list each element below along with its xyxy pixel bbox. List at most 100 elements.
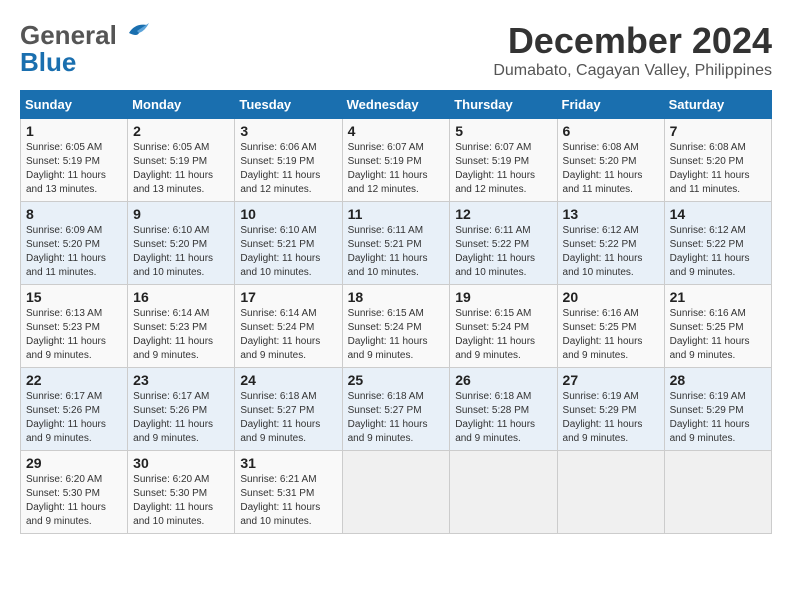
day-number: 17 — [240, 289, 336, 305]
day-number: 12 — [455, 206, 551, 222]
calendar-cell: 6Sunrise: 6:08 AM Sunset: 5:20 PM Daylig… — [557, 119, 664, 202]
subtitle: Dumabato, Cagayan Valley, Philippines — [493, 62, 772, 80]
calendar-day-header: Saturday — [664, 91, 771, 119]
day-number: 16 — [133, 289, 229, 305]
day-number: 31 — [240, 455, 336, 471]
calendar-cell: 26Sunrise: 6:18 AM Sunset: 5:28 PM Dayli… — [450, 368, 557, 451]
calendar-header: SundayMondayTuesdayWednesdayThursdayFrid… — [21, 91, 772, 119]
calendar-week-row: 1 Sunrise: 6:05 AM Sunset: 5:19 PM Daylig… — [21, 119, 772, 202]
calendar-cell: 18 Sunrise: 6:15 AM Sunset: 5:24 PM Dayli… — [342, 285, 450, 368]
calendar-cell: 23Sunrise: 6:17 AM Sunset: 5:26 PM Dayli… — [128, 368, 235, 451]
day-info: Sunrise: 6:08 AM Sunset: 5:20 PM Dayligh… — [563, 141, 659, 197]
calendar-cell: 8 Sunrise: 6:09 AM Sunset: 5:20 PM Daylig… — [21, 202, 128, 285]
day-info: Sunrise: 6:20 AM Sunset: 5:30 PM Dayligh… — [26, 473, 122, 529]
day-info: Sunrise: 6:12 AM Sunset: 5:22 PM Dayligh… — [670, 224, 766, 280]
calendar-table: SundayMondayTuesdayWednesdayThursdayFrid… — [20, 90, 772, 534]
day-number: 26 — [455, 372, 551, 388]
day-number: 19 — [455, 289, 551, 305]
day-number: 25 — [348, 372, 445, 388]
day-info: Sunrise: 6:07 AM Sunset: 5:19 PM Dayligh… — [348, 141, 445, 197]
day-number: 30 — [133, 455, 229, 471]
day-info: Sunrise: 6:10 AM Sunset: 5:20 PM Dayligh… — [133, 224, 229, 280]
calendar-cell: 1 Sunrise: 6:05 AM Sunset: 5:19 PM Daylig… — [21, 119, 128, 202]
day-info: Sunrise: 6:10 AM Sunset: 5:21 PM Dayligh… — [240, 224, 336, 280]
day-info: Sunrise: 6:12 AM Sunset: 5:22 PM Dayligh… — [563, 224, 659, 280]
logo-bird-icon — [119, 21, 151, 43]
calendar-cell: 28 Sunrise: 6:19 AM Sunset: 5:29 PM Dayli… — [664, 368, 771, 451]
day-info: Sunrise: 6:05 AM Sunset: 5:19 PM Dayligh… — [26, 141, 122, 197]
day-info: Sunrise: 6:21 AM Sunset: 5:31 PM Dayligh… — [240, 473, 336, 529]
main-title: December 2024 — [493, 20, 772, 62]
calendar-day-header: Thursday — [450, 91, 557, 119]
day-info: Sunrise: 6:19 AM Sunset: 5:29 PM Dayligh… — [670, 390, 766, 446]
day-info: Sunrise: 6:17 AM Sunset: 5:26 PM Dayligh… — [26, 390, 122, 446]
calendar-cell — [557, 451, 664, 534]
calendar-cell: 25Sunrise: 6:18 AM Sunset: 5:27 PM Dayli… — [342, 368, 450, 451]
day-info: Sunrise: 6:16 AM Sunset: 5:25 PM Dayligh… — [563, 307, 659, 363]
calendar-cell: 16 Sunrise: 6:14 AM Sunset: 5:23 PM Dayli… — [128, 285, 235, 368]
day-number: 1 — [26, 123, 122, 139]
calendar-day-header: Friday — [557, 91, 664, 119]
day-number: 24 — [240, 372, 336, 388]
day-info: Sunrise: 6:15 AM Sunset: 5:24 PM Dayligh… — [348, 307, 445, 363]
day-info: Sunrise: 6:06 AM Sunset: 5:19 PM Dayligh… — [240, 141, 336, 197]
day-info: Sunrise: 6:13 AM Sunset: 5:23 PM Dayligh… — [26, 307, 122, 363]
day-info: Sunrise: 6:19 AM Sunset: 5:29 PM Dayligh… — [563, 390, 659, 446]
calendar-cell: 14 Sunrise: 6:12 AM Sunset: 5:22 PM Dayli… — [664, 202, 771, 285]
calendar-cell — [664, 451, 771, 534]
day-info: Sunrise: 6:07 AM Sunset: 5:19 PM Dayligh… — [455, 141, 551, 197]
calendar-body: 1 Sunrise: 6:05 AM Sunset: 5:19 PM Daylig… — [21, 119, 772, 534]
day-number: 5 — [455, 123, 551, 139]
day-number: 18 — [348, 289, 445, 305]
calendar-cell — [450, 451, 557, 534]
day-number: 20 — [563, 289, 659, 305]
calendar-cell: 29 Sunrise: 6:20 AM Sunset: 5:30 PM Dayli… — [21, 451, 128, 534]
calendar-cell: 27 Sunrise: 6:19 AM Sunset: 5:29 PM Dayli… — [557, 368, 664, 451]
day-info: Sunrise: 6:08 AM Sunset: 5:20 PM Dayligh… — [670, 141, 766, 197]
day-info: Sunrise: 6:20 AM Sunset: 5:30 PM Dayligh… — [133, 473, 229, 529]
calendar-cell: 11Sunrise: 6:11 AM Sunset: 5:21 PM Dayli… — [342, 202, 450, 285]
calendar-cell: 17 Sunrise: 6:14 AM Sunset: 5:24 PM Dayli… — [235, 285, 342, 368]
day-number: 23 — [133, 372, 229, 388]
logo: General Blue — [20, 20, 151, 78]
calendar-cell: 4Sunrise: 6:07 AM Sunset: 5:19 PM Daylig… — [342, 119, 450, 202]
title-area: December 2024 Dumabato, Cagayan Valley, … — [493, 20, 772, 80]
calendar-day-header: Monday — [128, 91, 235, 119]
calendar-week-row: 29 Sunrise: 6:20 AM Sunset: 5:30 PM Dayli… — [21, 451, 772, 534]
calendar-week-row: 8 Sunrise: 6:09 AM Sunset: 5:20 PM Daylig… — [21, 202, 772, 285]
calendar-cell: 30 Sunrise: 6:20 AM Sunset: 5:30 PM Dayli… — [128, 451, 235, 534]
calendar-cell: 31 Sunrise: 6:21 AM Sunset: 5:31 PM Dayli… — [235, 451, 342, 534]
day-number: 15 — [26, 289, 122, 305]
calendar-cell — [342, 451, 450, 534]
calendar-cell: 21 Sunrise: 6:16 AM Sunset: 5:25 PM Dayli… — [664, 285, 771, 368]
day-info: Sunrise: 6:14 AM Sunset: 5:23 PM Dayligh… — [133, 307, 229, 363]
day-info: Sunrise: 6:14 AM Sunset: 5:24 PM Dayligh… — [240, 307, 336, 363]
day-info: Sunrise: 6:11 AM Sunset: 5:21 PM Dayligh… — [348, 224, 445, 280]
day-number: 3 — [240, 123, 336, 139]
calendar-cell: 13 Sunrise: 6:12 AM Sunset: 5:22 PM Dayli… — [557, 202, 664, 285]
calendar-cell: 5 Sunrise: 6:07 AM Sunset: 5:19 PM Daylig… — [450, 119, 557, 202]
calendar-cell: 7Sunrise: 6:08 AM Sunset: 5:20 PM Daylig… — [664, 119, 771, 202]
day-number: 28 — [670, 372, 766, 388]
calendar-cell: 9Sunrise: 6:10 AM Sunset: 5:20 PM Daylig… — [128, 202, 235, 285]
calendar-cell: 10Sunrise: 6:10 AM Sunset: 5:21 PM Dayli… — [235, 202, 342, 285]
day-info: Sunrise: 6:16 AM Sunset: 5:25 PM Dayligh… — [670, 307, 766, 363]
day-info: Sunrise: 6:15 AM Sunset: 5:24 PM Dayligh… — [455, 307, 551, 363]
day-number: 22 — [26, 372, 122, 388]
calendar-cell: 22 Sunrise: 6:17 AM Sunset: 5:26 PM Dayli… — [21, 368, 128, 451]
calendar-cell: 3 Sunrise: 6:06 AM Sunset: 5:19 PM Daylig… — [235, 119, 342, 202]
calendar-day-header: Tuesday — [235, 91, 342, 119]
calendar-cell: 19 Sunrise: 6:15 AM Sunset: 5:24 PM Dayli… — [450, 285, 557, 368]
page-header: General Blue December 2024 Dumabato, Cag… — [20, 20, 772, 80]
day-number: 8 — [26, 206, 122, 222]
day-number: 27 — [563, 372, 659, 388]
calendar-cell: 12Sunrise: 6:11 AM Sunset: 5:22 PM Dayli… — [450, 202, 557, 285]
day-number: 14 — [670, 206, 766, 222]
logo-blue-text: Blue — [20, 47, 76, 77]
day-number: 21 — [670, 289, 766, 305]
day-info: Sunrise: 6:09 AM Sunset: 5:20 PM Dayligh… — [26, 224, 122, 280]
day-number: 29 — [26, 455, 122, 471]
calendar-week-row: 22 Sunrise: 6:17 AM Sunset: 5:26 PM Dayli… — [21, 368, 772, 451]
day-info: Sunrise: 6:05 AM Sunset: 5:19 PM Dayligh… — [133, 141, 229, 197]
day-number: 13 — [563, 206, 659, 222]
